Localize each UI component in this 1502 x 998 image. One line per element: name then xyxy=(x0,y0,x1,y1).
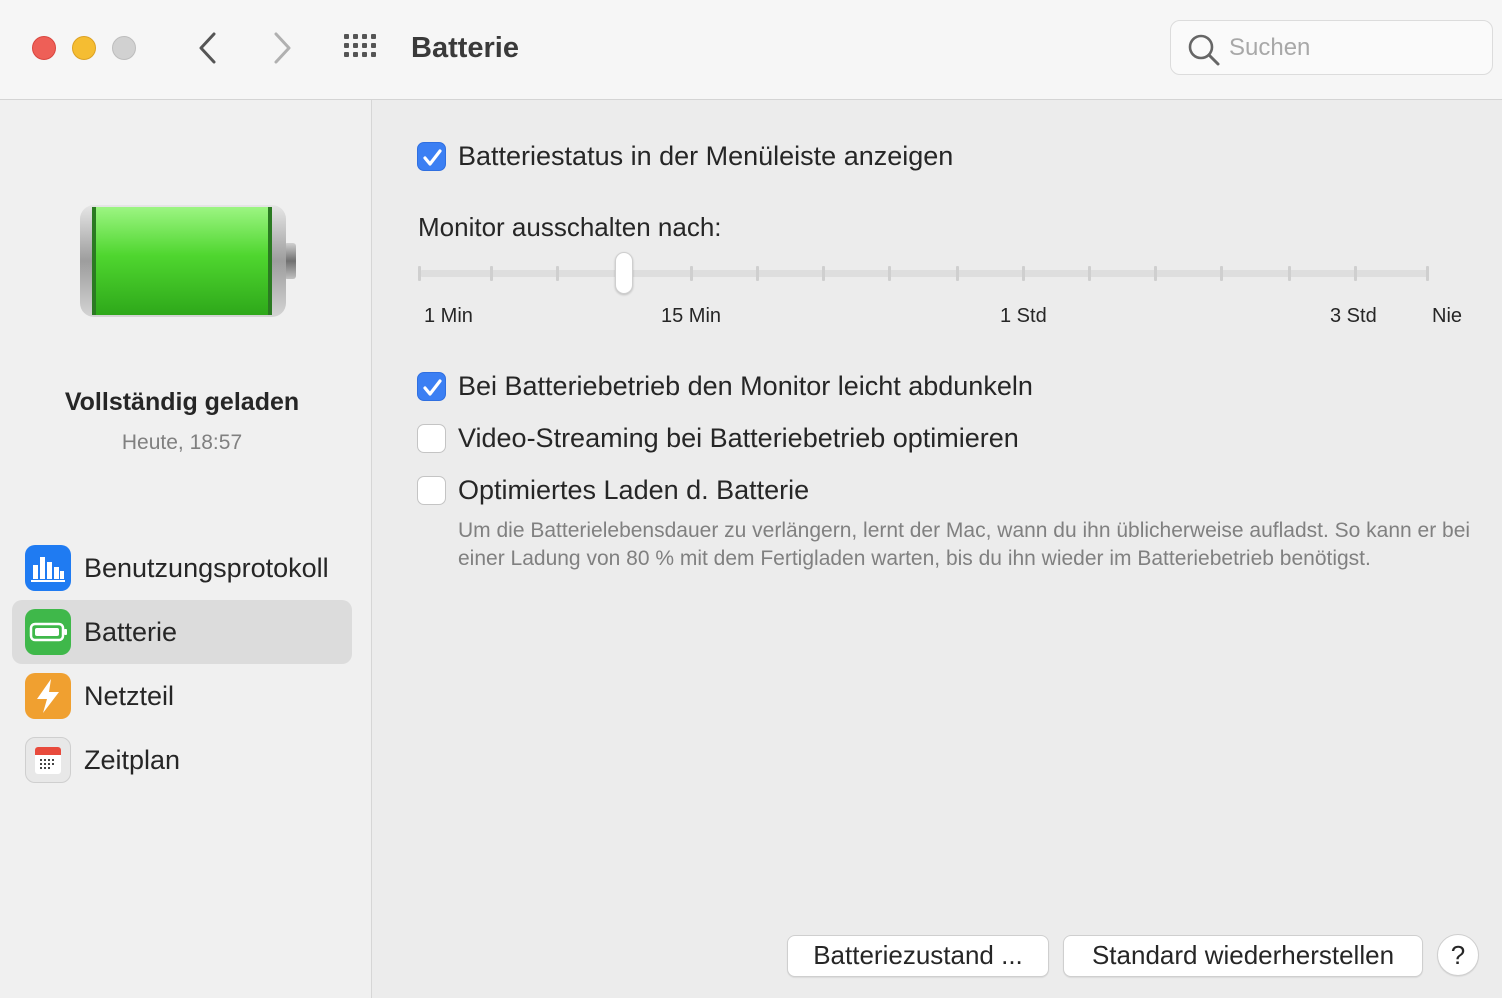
zoom-window-button[interactable] xyxy=(112,36,136,60)
show-all-button[interactable] xyxy=(341,30,385,66)
slider-tick xyxy=(418,266,421,281)
dim-display-label: Bei Batteriebetrieb den Monitor leicht a… xyxy=(458,371,1033,401)
window-title: Batterie xyxy=(411,32,519,64)
monitor-off-label: Monitor ausschalten nach: xyxy=(418,212,722,242)
checkmark-icon xyxy=(423,149,442,166)
optimized-charging-description: Um die Batterielebensdauer zu verlängern… xyxy=(458,519,1471,570)
slider-track xyxy=(419,270,1429,277)
optimize-streaming-label: Video-Streaming bei Batteriebetrieb opti… xyxy=(458,423,1019,453)
slider-label-15-min: 15 Min xyxy=(661,305,722,327)
optimized-charging-label: Optimiertes Laden d. Batterie xyxy=(458,475,810,505)
main-pane: Batteriestatus in der Menüleiste anzeige… xyxy=(373,100,1502,998)
sidebar-item-benutzungsprotokoll[interactable]: Benutzungsprotokoll xyxy=(12,536,352,600)
search-icon xyxy=(1188,34,1220,66)
slider-tick xyxy=(822,266,825,281)
slider-tick xyxy=(1022,266,1025,281)
lightning-bolt-icon xyxy=(25,673,71,719)
sidebar: Vollständig geladen Heute, 18:57 Benutzu… xyxy=(0,100,372,998)
calendar-icon xyxy=(25,737,71,783)
sidebar-item-batterie[interactable]: Batterie xyxy=(12,600,352,664)
sidebar-item-label: Batterie xyxy=(84,617,178,647)
minimize-window-button[interactable] xyxy=(72,36,96,60)
title-bar: Batterie xyxy=(0,0,1502,100)
slider-tick xyxy=(1354,266,1357,281)
slider-label-1-min: 1 Min xyxy=(424,305,473,327)
search-input[interactable] xyxy=(1227,29,1481,67)
battery-status-title: Vollständig geladen xyxy=(64,388,300,416)
battery-health-button[interactable]: Batteriezustand ... xyxy=(787,935,1049,977)
sidebar-item-label: Benutzungsprotokoll xyxy=(84,553,329,583)
slider-tick xyxy=(1426,266,1429,281)
help-button[interactable]: ? xyxy=(1437,934,1479,976)
close-window-button[interactable] xyxy=(32,36,56,60)
restore-defaults-button[interactable]: Standard wiederherstellen xyxy=(1063,935,1423,977)
slider-tick xyxy=(690,266,693,281)
optimized-charging-checkbox[interactable] xyxy=(417,476,446,505)
back-button[interactable] xyxy=(188,28,228,68)
slider-tick xyxy=(1088,266,1091,281)
slider-tick xyxy=(556,266,559,281)
optimize-streaming-checkbox[interactable] xyxy=(417,424,446,453)
monitor-off-slider[interactable] xyxy=(417,252,1433,294)
show-battery-status-label: Batteriestatus in der Menüleiste anzeige… xyxy=(458,141,954,171)
battery-level-icon xyxy=(80,205,296,317)
slider-tick xyxy=(956,266,959,281)
slider-tick xyxy=(1154,266,1157,281)
checkmark-icon xyxy=(423,379,442,396)
slider-tick xyxy=(490,266,493,281)
slider-tick xyxy=(1288,266,1291,281)
sidebar-item-netzteil[interactable]: Netzteil xyxy=(12,664,352,728)
show-battery-status-checkbox[interactable] xyxy=(417,142,446,171)
dim-display-checkbox[interactable] xyxy=(417,372,446,401)
slider-label-nie: Nie xyxy=(1432,305,1463,327)
sidebar-item-label: Netzteil xyxy=(84,681,175,711)
usage-chart-icon xyxy=(25,545,71,591)
sidebar-item-label: Zeitplan xyxy=(84,745,181,775)
chevron-right-icon xyxy=(274,32,291,64)
search-field[interactable] xyxy=(1170,20,1493,75)
battery-icon xyxy=(25,609,71,655)
slider-tick xyxy=(756,266,759,281)
show-all-grid-icon xyxy=(344,34,376,57)
battery-status-time: Heute, 18:57 xyxy=(121,431,243,454)
slider-label-1-std: 1 Std xyxy=(1000,305,1047,327)
forward-button[interactable] xyxy=(262,28,302,68)
sidebar-item-zeitplan[interactable]: Zeitplan xyxy=(12,728,352,792)
slider-thumb[interactable] xyxy=(615,252,633,294)
slider-tick xyxy=(1220,266,1223,281)
slider-label-3-std: 3 Std xyxy=(1330,305,1377,327)
chevron-left-icon xyxy=(199,32,216,64)
slider-tick xyxy=(888,266,891,281)
